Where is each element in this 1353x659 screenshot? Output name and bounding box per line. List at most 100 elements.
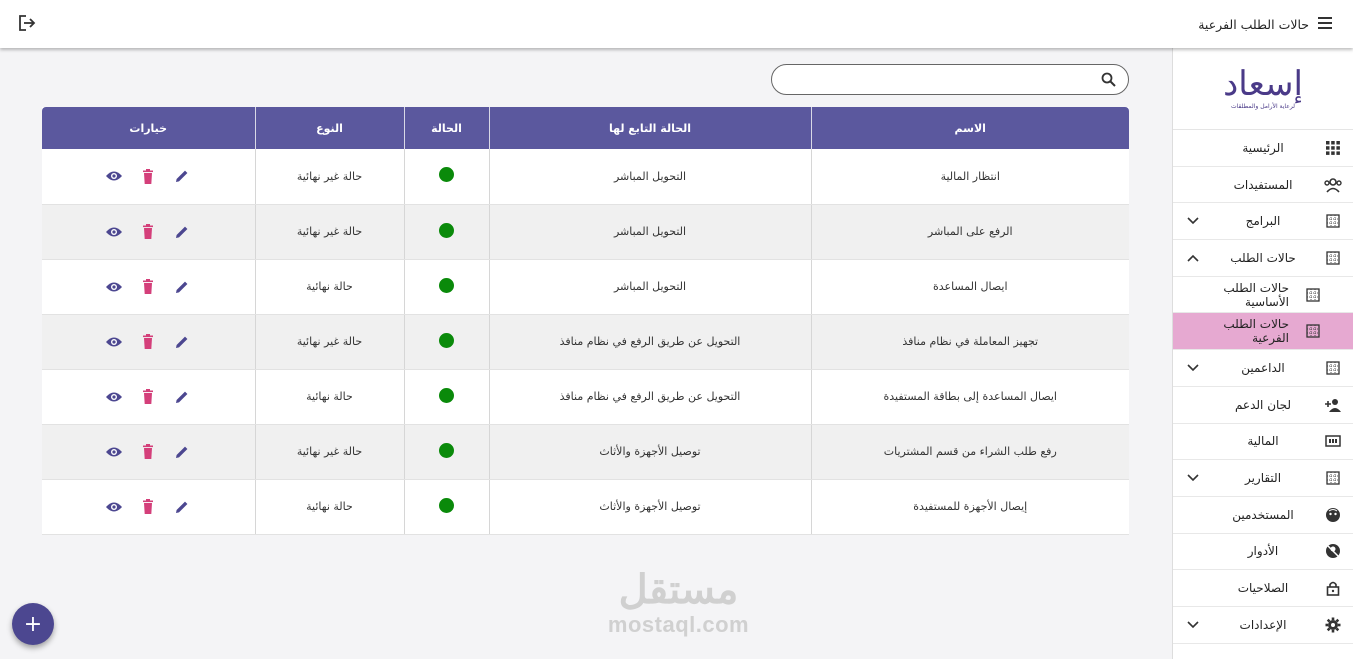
delete-icon[interactable] (137, 165, 159, 187)
cell-name: انتظار المالية (810, 149, 1129, 205)
cell-name: إيصال الأجهزة للمستفيدة (810, 479, 1129, 535)
grid-box-icon (1323, 358, 1343, 378)
delete-icon[interactable] (137, 386, 159, 408)
status-dot (439, 277, 454, 293)
sidebar-item-support-committees[interactable]: لجان الدعم (1173, 387, 1353, 424)
cell-parent-status: التحويل عن طريق الرفع في نظام منافذ (488, 369, 811, 425)
logo-subtitle: لرعاية الأرامل والمطلقات (1231, 103, 1295, 110)
delete-icon[interactable] (137, 276, 159, 298)
sidebar-item-request-statuses[interactable]: حالات الطلب (1173, 240, 1353, 277)
grid-box-icon (1323, 248, 1343, 268)
status-dot (439, 167, 454, 183)
page-title: حالات الطلب الفرعية (1198, 16, 1309, 32)
cell-parent-status: توصيل الأجهزة والأثاث (488, 479, 811, 535)
sidebar-item-programs[interactable]: البرامج (1173, 203, 1353, 241)
view-icon[interactable] (103, 441, 125, 463)
watermark-latin: mostaql.com (607, 612, 750, 637)
view-icon[interactable] (103, 276, 125, 298)
cell-status (403, 204, 489, 260)
chevron-down-icon[interactable] (1183, 364, 1203, 372)
search-input[interactable] (784, 65, 1084, 94)
edit-icon[interactable] (171, 386, 193, 408)
cell-type: حالة غير نهائية (254, 314, 404, 370)
table-row[interactable]: ايصال المساعدة إلى بطاقة المستفيدة التحوي… (42, 369, 1129, 425)
edit-icon[interactable] (171, 165, 193, 187)
sub-statuses-table: الاسم الحالة التابع لها الحالة النوع خيا… (42, 107, 1129, 535)
chevron-up-icon[interactable] (1183, 254, 1203, 262)
sidebar-item-label: لجان الدعم (1234, 397, 1292, 412)
sidebar-item-supporters[interactable]: الداعمين (1173, 350, 1353, 387)
sidebar: إسعاد لرعاية الأرامل والمطلقات الرئيسية … (1172, 48, 1353, 659)
sidebar-item-label: الأدوار (1247, 544, 1279, 559)
sidebar-item-users[interactable]: المستخدمين (1173, 497, 1353, 534)
search-box (771, 64, 1129, 95)
menu-icon[interactable] (1317, 15, 1333, 34)
sidebar-item-label: المالية (1247, 434, 1279, 449)
sidebar-item-roles[interactable]: الأدوار (1173, 534, 1353, 571)
delete-icon[interactable] (137, 221, 159, 243)
sidebar-item-label: المستفيدات (1233, 177, 1293, 192)
sidebar-item-permissions[interactable]: الصلاحيات (1173, 570, 1353, 607)
apps-grid-icon (1323, 138, 1343, 158)
sidebar-item-label: التقارير (1244, 471, 1282, 486)
cell-parent-status: التحويل المباشر (488, 259, 811, 315)
edit-icon[interactable] (171, 441, 193, 463)
logout-icon[interactable] (18, 14, 38, 34)
view-icon[interactable] (103, 496, 125, 518)
cell-parent-status: التحويل عن طريق الرفع في نظام منافذ (488, 314, 811, 370)
table-row[interactable]: تجهيز المعاملة في نظام منافذ التحويل عن ط… (42, 314, 1129, 370)
table-row[interactable]: رفع طلب الشراء من قسم المشتريات توصيل الأ… (42, 424, 1129, 480)
sidebar-item-reports[interactable]: التقارير (1173, 460, 1353, 497)
status-dot (439, 497, 454, 513)
edit-icon[interactable] (171, 221, 193, 243)
gear-icon (1323, 615, 1343, 635)
table-row[interactable]: ايصال المساعدة التحويل المباشر حالة نهائية (42, 259, 1129, 315)
sidebar-item-label: الإعدادات (1239, 617, 1287, 632)
cell-options (42, 424, 255, 480)
sidebar-item-label: البرامج (1245, 214, 1281, 229)
chevron-down-icon[interactable] (1183, 217, 1203, 225)
delete-icon[interactable] (137, 496, 159, 518)
table-row[interactable]: الرفع على المباشر التحويل المباشر حالة غير… (42, 204, 1129, 260)
sidebar-item-main-statuses[interactable]: حالات الطلب الأساسية (1173, 277, 1353, 314)
column-header-parent: الحالة التابع لها (488, 107, 811, 149)
view-icon[interactable] (103, 221, 125, 243)
watermark-arabic: مستقل (618, 568, 739, 612)
cell-status (403, 259, 489, 315)
sidebar-item-label: الداعمين (1241, 360, 1285, 375)
money-icon (1323, 431, 1343, 451)
edit-icon[interactable] (171, 331, 193, 353)
table-row[interactable]: انتظار المالية التحويل المباشر حالة غير نه… (42, 149, 1129, 205)
view-icon[interactable] (103, 331, 125, 353)
watermark: مستقل mostaql.com (596, 568, 761, 638)
face-icon (1323, 505, 1343, 525)
edit-icon[interactable] (171, 496, 193, 518)
view-icon[interactable] (103, 165, 125, 187)
sidebar-item-label: حالات الطلب (1230, 250, 1296, 265)
sidebar-item-beneficiaries[interactable]: المستفيدات (1173, 167, 1353, 204)
grid-box-icon (1303, 321, 1323, 341)
view-icon[interactable] (103, 386, 125, 408)
add-button[interactable]: + (12, 603, 54, 645)
sidebar-item-settings[interactable]: الإعدادات (1173, 607, 1353, 644)
sidebar-item-finance[interactable]: المالية (1173, 424, 1353, 461)
chevron-down-icon[interactable] (1183, 474, 1203, 482)
search-icon[interactable] (1101, 72, 1116, 91)
cell-options (42, 149, 255, 205)
column-header-name: الاسم (810, 107, 1129, 149)
table-row[interactable]: إيصال الأجهزة للمستفيدة توصيل الأجهزة وال… (42, 479, 1129, 535)
edit-icon[interactable] (171, 276, 193, 298)
chevron-down-icon[interactable] (1183, 621, 1203, 629)
cell-type: حالة نهائية (254, 479, 404, 535)
sidebar-item-sub-statuses[interactable]: حالات الطلب الفرعية (1173, 313, 1353, 351)
page-header: حالات الطلب الفرعية (1198, 12, 1333, 36)
cell-type: حالة غير نهائية (254, 424, 404, 480)
cell-type: حالة نهائية (254, 369, 404, 425)
grid-box-icon (1303, 285, 1323, 305)
column-header-options: خيارات (129, 121, 168, 135)
cell-name: تجهيز المعاملة في نظام منافذ (810, 314, 1129, 370)
delete-icon[interactable] (137, 331, 159, 353)
sidebar-item-home[interactable]: الرئيسية (1173, 130, 1353, 167)
delete-icon[interactable] (137, 441, 159, 463)
table-header-row: الاسم الحالة التابع لها الحالة النوع خيا… (42, 107, 1129, 149)
